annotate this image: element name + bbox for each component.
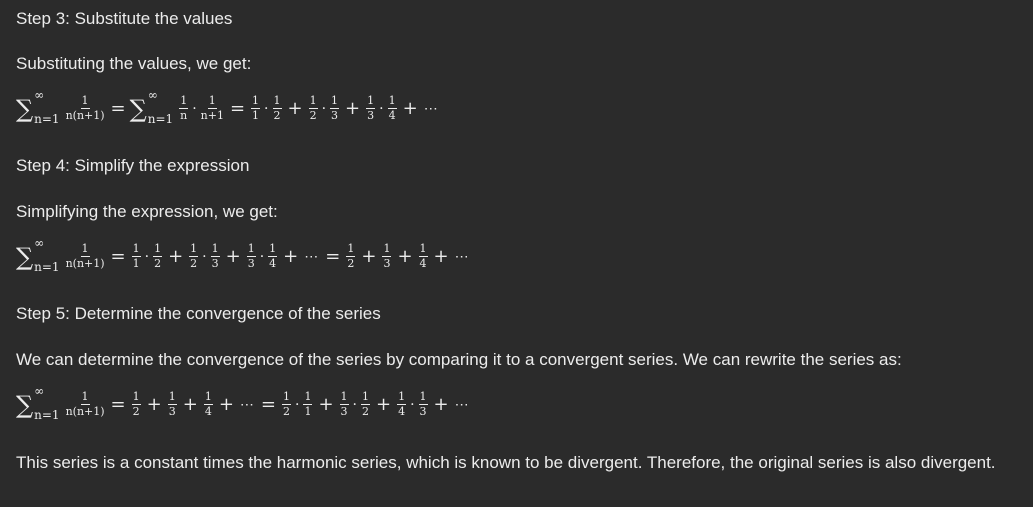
step-3-heading: Step 3: Substitute the values [16, 9, 233, 28]
equation-step-4: ∑ ∞ n=1 1 n(n+1) = 11 · 12 + 12 · 13 + 13 … [16, 235, 470, 274]
summation: ∑ ∞ n=1 [16, 89, 60, 125]
summation: ∑ ∞ n=1 [16, 235, 60, 274]
fraction: 13 [246, 242, 256, 271]
summation: ∑ ∞ n=1 [129, 87, 174, 126]
sum-lower-limit: n=1 [34, 111, 60, 126]
equation-step-5: ∑ ∞ n=1 1 n(n+1) = 12 + 13 + 14 + ⋯ = 12 ·… [16, 383, 470, 422]
fraction: 12 [272, 94, 282, 123]
fraction: 13 [339, 390, 349, 419]
fraction: 12 [346, 242, 356, 271]
fraction: 12 [361, 390, 370, 419]
fraction: 11 [251, 94, 261, 123]
fraction: 11 [303, 390, 313, 419]
ellipsis: ⋯ [423, 100, 439, 117]
step-4-text: Simplifying the expression, we get: [16, 202, 278, 221]
fraction: 13 [210, 242, 220, 271]
fraction: 11 [131, 242, 141, 271]
fraction: 1 n(n+1) [65, 242, 105, 271]
fraction: 13 [418, 390, 428, 419]
sum-upper-limit: ∞ [34, 87, 45, 102]
fraction: 14 [387, 94, 397, 123]
fraction: 14 [397, 390, 407, 419]
dot-operator: · [192, 100, 197, 117]
step-3-text: Substituting the values, we get: [16, 54, 252, 73]
fraction: 12 [131, 390, 141, 419]
fraction: 12 [153, 242, 163, 271]
fraction: 13 [382, 242, 392, 271]
equation-step-3: ∑ ∞ n=1 1 n(n+1) = ∑ ∞ n=1 1n · 1 n+1 = 11 ·… [16, 87, 439, 126]
fraction: 14 [203, 390, 213, 419]
equals-sign: = [110, 98, 126, 120]
fraction: 12 [189, 242, 199, 271]
fraction: 13 [167, 390, 177, 419]
fraction: 12 [308, 94, 318, 123]
step-4-heading: Step 4: Simplify the expression [16, 156, 250, 175]
conclusion-paragraph: This series is a constant times the harm… [16, 453, 996, 472]
step-5-heading: Step 5: Determine the convergence of the… [16, 304, 381, 323]
fraction: 1n [179, 94, 189, 123]
fraction: 14 [418, 242, 428, 271]
fraction: 14 [268, 242, 278, 271]
summation: ∑ ∞ n=1 [16, 383, 60, 422]
chat-answer-panel: Step 3: Substitute the values Substituti… [0, 0, 1033, 507]
fraction: 1 n(n+1) [65, 390, 105, 419]
fraction: 13 [366, 94, 376, 123]
step-5-text: We can determine the convergence of the … [16, 350, 902, 369]
fraction: 12 [282, 390, 291, 419]
fraction: 13 [330, 94, 340, 123]
sigma-symbol: ∑ [16, 94, 34, 123]
fraction: 1 n+1 [200, 94, 224, 123]
fraction: 1 n(n+1) [65, 94, 105, 123]
plus-sign: + [287, 98, 303, 120]
